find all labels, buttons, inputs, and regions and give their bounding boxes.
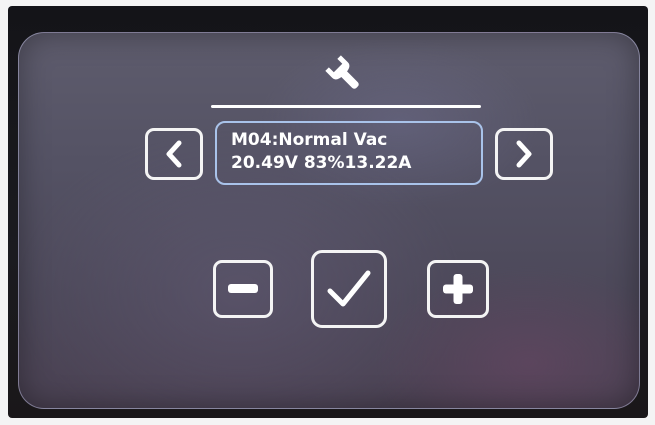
status-display: M04:Normal Vac 20.49V 83%13.22A — [215, 121, 483, 185]
device-bezel: M04:Normal Vac 20.49V 83%13.22A — [8, 6, 648, 418]
wrench-icon — [323, 53, 363, 93]
plus-icon — [443, 274, 473, 304]
minus-icon — [228, 284, 258, 293]
chevron-right-icon — [516, 140, 532, 168]
next-button[interactable] — [495, 128, 553, 180]
checkmark-icon — [327, 270, 371, 307]
increase-button[interactable] — [427, 260, 489, 318]
chevron-left-icon — [166, 140, 182, 168]
mode-label: M04:Normal Vac — [231, 130, 388, 150]
confirm-button[interactable] — [311, 250, 387, 328]
previous-button[interactable] — [145, 128, 203, 180]
touch-screen: M04:Normal Vac 20.49V 83%13.22A — [18, 32, 640, 409]
decrease-button[interactable] — [213, 260, 273, 318]
header-divider — [211, 105, 481, 108]
reading-label: 20.49V 83%13.22A — [231, 153, 412, 173]
